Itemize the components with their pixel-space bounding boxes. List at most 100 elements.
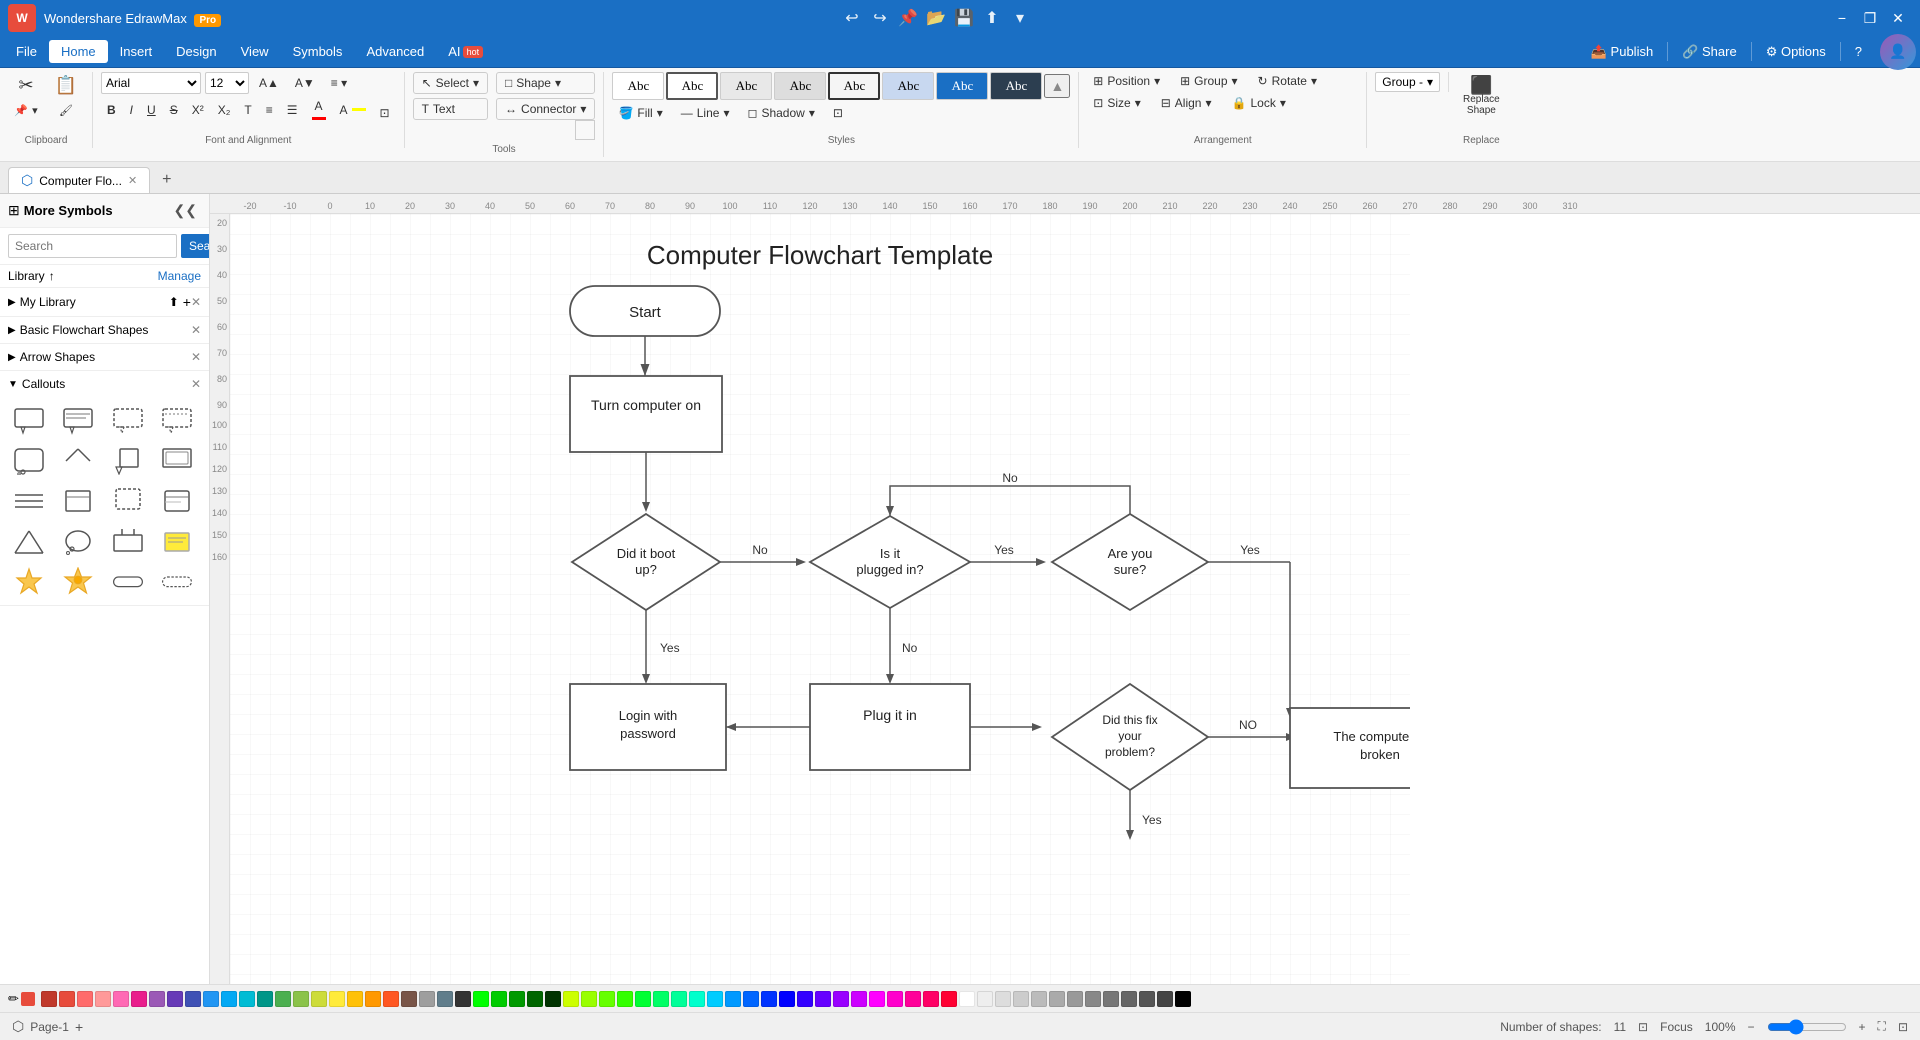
tools-expand[interactable] [575, 120, 595, 140]
color-swatch[interactable] [869, 991, 885, 1007]
text-tool-button[interactable]: T Text [413, 98, 488, 120]
manage-link[interactable]: Manage [158, 269, 201, 283]
color-swatch[interactable] [797, 991, 813, 1007]
align-button[interactable]: ≡ ▾ [325, 74, 353, 92]
align-btn[interactable]: ⊟ Align ▾ [1155, 94, 1218, 112]
color-swatch[interactable] [455, 991, 471, 1007]
page-icon[interactable]: ⬡ [12, 1018, 24, 1035]
color-swatch[interactable] [941, 991, 957, 1007]
color-swatch[interactable] [257, 991, 273, 1007]
color-swatch[interactable] [383, 991, 399, 1007]
color-swatch[interactable] [365, 991, 381, 1007]
tab-close[interactable]: ✕ [128, 174, 137, 187]
lock-button[interactable]: 🔒 Lock ▾ [1226, 94, 1292, 112]
font-selector[interactable]: Arial [101, 72, 201, 94]
color-swatch[interactable] [905, 991, 921, 1007]
color-swatch[interactable] [527, 991, 543, 1007]
callout-shape-11[interactable] [107, 483, 149, 519]
color-swatch[interactable] [725, 991, 741, 1007]
color-swatch[interactable] [95, 991, 111, 1007]
paste-button[interactable]: 📌 ▾ [8, 100, 44, 121]
callout-shape-rounded-rect[interactable] [156, 563, 198, 599]
connector-button[interactable]: ↔ Connector ▾ [496, 98, 595, 120]
zoom-out-button[interactable]: − [1748, 1020, 1755, 1034]
style-swatch-1[interactable]: Abc [612, 72, 664, 100]
color-swatch[interactable] [329, 991, 345, 1007]
bold-button[interactable]: B [101, 101, 122, 119]
highlight-button[interactable]: A [334, 101, 372, 119]
add-tab-button[interactable]: + [154, 167, 179, 193]
position-button[interactable]: ⊞ Position ▾ [1087, 72, 1166, 90]
color-swatch[interactable] [275, 991, 291, 1007]
color-swatch[interactable] [1139, 991, 1155, 1007]
underline-button[interactable]: U [141, 101, 162, 119]
color-swatch[interactable] [239, 991, 255, 1007]
color-swatch[interactable] [419, 991, 435, 1007]
color-swatch[interactable] [131, 991, 147, 1007]
color-swatch[interactable] [59, 991, 75, 1007]
fit-page-button[interactable]: ⊡ [1638, 1020, 1648, 1034]
minimize-button[interactable]: − [1828, 7, 1856, 29]
menu-view[interactable]: View [229, 40, 281, 63]
color-swatch[interactable] [41, 991, 57, 1007]
style-swatch-4[interactable]: Abc [774, 72, 826, 100]
color-swatch[interactable] [1157, 991, 1173, 1007]
user-avatar[interactable]: 👤 [1880, 34, 1916, 70]
basic-shapes-close[interactable]: ✕ [191, 323, 201, 337]
arrow-shapes-close[interactable]: ✕ [191, 350, 201, 364]
save-button[interactable]: 💾 [950, 4, 978, 32]
callout-shape-15[interactable] [107, 523, 149, 559]
color-swatch[interactable] [1067, 991, 1083, 1007]
callout-shape-16[interactable] [156, 523, 198, 559]
color-swatch[interactable] [149, 991, 165, 1007]
publish-button[interactable]: 📤 Publish [1581, 40, 1663, 64]
color-swatch[interactable] [1175, 991, 1191, 1007]
undo-button[interactable]: ↩ [838, 4, 866, 32]
export-button[interactable]: ⬆ [978, 4, 1006, 32]
color-swatch[interactable] [923, 991, 939, 1007]
style-swatch-6[interactable]: Abc [882, 72, 934, 100]
color-swatch[interactable] [995, 991, 1011, 1007]
cut-button[interactable]: ✂ [8, 72, 44, 98]
text-format-button[interactable]: T [238, 101, 257, 119]
group-button[interactable]: ⊞ Group ▾ [1174, 72, 1243, 90]
menu-symbols[interactable]: Symbols [281, 40, 355, 63]
color-swatch[interactable] [689, 991, 705, 1007]
share-button[interactable]: 🔗 Share [1672, 40, 1747, 64]
line-button[interactable]: — Line ▾ [675, 104, 736, 122]
search-input[interactable] [8, 234, 177, 258]
color-swatch[interactable] [707, 991, 723, 1007]
shape-button[interactable]: □ Shape ▾ [496, 72, 595, 94]
color-swatch[interactable] [1013, 991, 1029, 1007]
options-button[interactable]: ⚙ Options [1756, 40, 1836, 64]
callout-shape-4[interactable] [156, 403, 198, 439]
color-swatch[interactable] [779, 991, 795, 1007]
color-swatch[interactable] [617, 991, 633, 1007]
my-library-header[interactable]: ▶ My Library ⬆ + ✕ [0, 288, 209, 316]
style-swatch-7[interactable]: Abc [936, 72, 988, 100]
my-library-export[interactable]: ⬆ [169, 295, 179, 309]
color-swatch[interactable] [833, 991, 849, 1007]
callout-shape-14[interactable] [57, 523, 99, 559]
color-swatch[interactable] [887, 991, 903, 1007]
shadow-button[interactable]: ◻ Shadow ▾ [741, 104, 820, 122]
callout-shape-10[interactable] [57, 483, 99, 519]
menu-design[interactable]: Design [164, 40, 228, 63]
callout-shape-7[interactable] [107, 443, 149, 479]
color-swatch[interactable] [221, 991, 237, 1007]
color-swatch[interactable] [581, 991, 597, 1007]
callout-shape-8[interactable] [156, 443, 198, 479]
color-swatch[interactable] [1031, 991, 1047, 1007]
color-swatch[interactable] [671, 991, 687, 1007]
style-swatch-2[interactable]: Abc [666, 72, 718, 100]
replace-shape-button[interactable]: ⬛ Replace Shape [1457, 72, 1506, 120]
document-tab[interactable]: ⬡ Computer Flo... ✕ [8, 167, 150, 193]
my-library-add[interactable]: + [183, 294, 191, 310]
italic-button[interactable]: I [124, 101, 139, 119]
color-swatch[interactable] [473, 991, 489, 1007]
menu-advanced[interactable]: Advanced [354, 40, 436, 63]
color-swatch[interactable] [311, 991, 327, 1007]
pin-button[interactable]: 📌 [894, 4, 922, 32]
callout-shape-star2[interactable] [57, 563, 99, 599]
format-painter-button[interactable]: 🖌 [48, 100, 84, 121]
